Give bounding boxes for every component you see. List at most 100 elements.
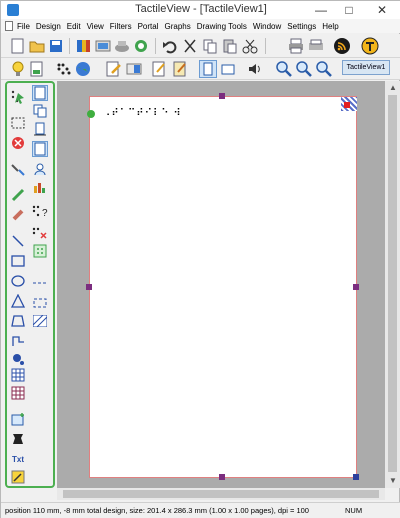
fill-tool-icon[interactable] [10,351,26,367]
open-folder-icon[interactable] [28,37,46,55]
note-edit-icon[interactable] [171,60,189,78]
drawing-page[interactable] [89,96,357,478]
select-points-icon[interactable] [10,89,26,105]
menu-design[interactable]: Design [36,22,61,31]
new-file-icon[interactable] [9,37,27,55]
hatch-pattern-icon[interactable] [32,313,48,329]
scissors-icon[interactable] [241,37,259,55]
menu-settings[interactable]: Settings [287,22,316,31]
note-icon[interactable] [151,60,169,78]
app-window: TactileView - [TactileView1] — □ ✕ File … [0,0,400,518]
braille-question-icon[interactable]: ? [32,203,48,219]
braille-grid-icon[interactable] [32,243,48,259]
tactile-logo-icon[interactable] [361,37,379,55]
menu-drawing-tools[interactable]: Drawing Tools [197,22,247,31]
menu-view[interactable]: View [87,22,104,31]
resize-handle-top[interactable] [219,93,225,99]
zoom-fit-icon[interactable] [315,60,333,78]
minimize-button[interactable]: — [307,1,335,19]
dashed-rect-icon[interactable] [32,295,48,311]
pencil-icon[interactable] [10,187,26,203]
lightbulb-icon[interactable] [9,60,27,78]
svg-text:?: ? [42,208,48,218]
save-icon[interactable] [47,37,65,55]
page-resize-icon[interactable] [32,121,48,137]
gallery-icon[interactable] [132,37,150,55]
menu-portal[interactable]: Portal [138,22,159,31]
globe-icon[interactable] [74,60,92,78]
text-tool-icon[interactable]: Txt [10,451,26,467]
scroll-down-arrow-icon[interactable]: ▼ [389,476,397,485]
horizontal-scrollbar[interactable] [57,488,385,500]
page-landscape-icon[interactable] [219,60,237,78]
menu-file[interactable]: File [17,22,30,31]
library-icon[interactable] [94,37,112,55]
drawing-tools-palette: Txt ? [5,81,55,488]
menu-window[interactable]: Window [253,22,281,31]
resize-handle-left[interactable] [86,284,92,290]
page-portrait-icon[interactable] [199,60,217,78]
secondary-toolbar: TactileView1 [1,58,400,80]
document-icon [5,21,13,31]
book-icon[interactable] [75,37,93,55]
document-tab[interactable]: TactileView1 [342,60,390,75]
braille-text[interactable]: ⠠⠞⠁⠉⠞⠊⠇⠑ ⠺ [103,108,182,119]
stamp-icon[interactable] [10,431,26,447]
insert-image-icon[interactable] [10,411,26,427]
scanner-icon[interactable] [113,37,131,55]
vertical-scroll-thumb[interactable] [388,95,397,472]
resize-handle-bottom-right[interactable] [353,474,359,480]
table-tool-icon[interactable] [10,367,26,383]
grid-tool-icon[interactable] [10,385,26,401]
menu-help[interactable]: Help [322,22,338,31]
paste-icon[interactable] [221,37,239,55]
page-icon[interactable] [28,60,46,78]
color-picker-icon[interactable] [10,469,26,485]
ellipse-tool-icon[interactable] [10,273,26,289]
print-icon[interactable] [287,37,305,55]
user-profile-icon[interactable] [32,161,48,177]
chart-icon[interactable] [32,179,48,195]
duplicate-page-icon[interactable] [32,103,48,119]
maximize-button[interactable]: □ [335,1,363,19]
select-rectangle-icon[interactable] [10,115,26,131]
line-tool-icon[interactable] [10,233,26,249]
menu-graphs[interactable]: Graphs [164,22,190,31]
scroll-up-arrow-icon[interactable]: ▲ [389,83,397,92]
zoom-out-icon[interactable] [295,60,313,78]
magic-wand-icon[interactable] [10,161,26,177]
resize-handle-top-right[interactable] [344,102,350,108]
brush-icon[interactable] [10,207,26,223]
resize-handle-right[interactable] [353,284,359,290]
horizontal-scroll-thumb[interactable] [63,490,379,498]
cut-icon[interactable] [181,37,199,55]
toolbar-separator [69,38,70,54]
rss-icon[interactable] [333,37,351,55]
dashed-line-icon[interactable] [32,275,48,291]
origin-marker[interactable] [87,110,95,118]
braille-dots-icon[interactable] [55,60,73,78]
edit-pencil-icon[interactable] [105,60,123,78]
copy-icon[interactable] [201,37,219,55]
page-settings-icon[interactable] [32,141,48,157]
speaker-icon[interactable] [246,60,264,78]
toggle-icon[interactable] [125,60,143,78]
menu-edit[interactable]: Edit [67,22,81,31]
zoom-in-icon[interactable] [275,60,293,78]
page-view-icon[interactable] [32,85,48,101]
menu-filters[interactable]: Filters [110,22,132,31]
resize-handle-bottom[interactable] [219,474,225,480]
undo-icon[interactable] [161,37,179,55]
menu-bar: File Design Edit View Filters Portal Gra… [1,19,400,33]
printer-settings-icon[interactable] [307,37,325,55]
trapezoid-tool-icon[interactable] [10,313,26,329]
status-position: position 110 mm, -8 mm total design, siz… [5,506,309,515]
close-button[interactable]: ✕ [365,1,399,19]
title-bar: TactileView - [TactileView1] — □ ✕ [1,1,400,19]
vertical-scrollbar[interactable]: ▲ ▼ [385,81,400,488]
polyline-tool-icon[interactable] [10,333,26,349]
eraser-icon[interactable] [10,135,26,151]
braille-delete-icon[interactable] [32,225,48,241]
triangle-tool-icon[interactable] [10,293,26,309]
rectangle-tool-icon[interactable] [10,253,26,269]
